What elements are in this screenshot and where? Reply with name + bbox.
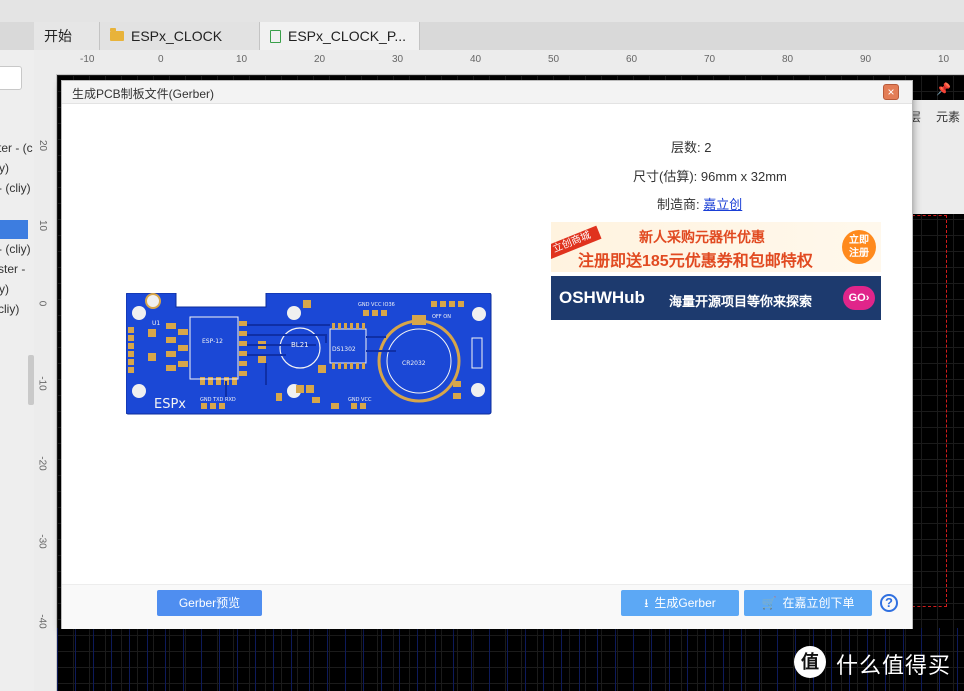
ruler-tick: 20 bbox=[314, 54, 326, 65]
vertical-ruler: 20 10 0 -10 -20 -30 -40 bbox=[34, 74, 57, 691]
list-item[interactable]: cliy) bbox=[0, 302, 19, 316]
generate-gerber-button[interactable]: ⭳ 生成Gerber bbox=[621, 590, 739, 616]
watermark-text: 什么值得买 bbox=[836, 653, 952, 678]
order-button[interactable]: 🛒 在嘉立创下单 bbox=[744, 590, 872, 616]
pcb-preview-image: ESPx BL21 DS1302 CR2032 GND TXD RXD GND … bbox=[126, 293, 492, 415]
ruler-tick: 60 bbox=[626, 54, 638, 65]
left-panel: ter - (c y) - (cliy) - (cliy) ster - y) … bbox=[0, 50, 35, 691]
oshwhub-go-button[interactable]: GO› bbox=[843, 286, 875, 310]
tab-espx-clock-label: ESPx_CLOCK bbox=[131, 28, 223, 44]
list-item[interactable]: - (cliy) bbox=[0, 242, 31, 256]
oshwhub-logo: OSHWHub bbox=[559, 288, 645, 307]
list-item[interactable]: - (cliy) bbox=[0, 181, 31, 195]
ruler-tick: 10 bbox=[938, 54, 950, 65]
ruler-tick: 10 bbox=[37, 219, 49, 232]
close-icon: × bbox=[887, 85, 895, 99]
ruler-tick: -10 bbox=[36, 376, 48, 391]
pcb-silk-gnd-vcc: GND VCC bbox=[348, 397, 372, 403]
layers-row: 层数: 2 bbox=[671, 137, 711, 156]
promo-line-1: 新人采购元器件优惠 bbox=[639, 229, 765, 245]
ruler-tick: 10 bbox=[236, 54, 248, 65]
promo-banner-lcsc[interactable]: 立创商城 新人采购元器件优惠 注册即送185元优惠券和包邮特权 立即注册 bbox=[551, 222, 881, 272]
size-row: 尺寸(估算): 96mm x 32mm bbox=[633, 166, 787, 185]
tab-espx-clock-pcb[interactable]: ESPx_CLOCK_P... bbox=[260, 22, 420, 50]
ruler-tick: 90 bbox=[860, 54, 872, 65]
horizontal-ruler: -10 0 10 20 30 40 50 60 70 80 90 10 bbox=[72, 50, 964, 75]
pcb-silk-brand: ESPx bbox=[154, 397, 186, 412]
promo-register-badge[interactable]: 立即注册 bbox=[842, 230, 876, 264]
ruler-tick: 80 bbox=[782, 54, 794, 65]
tab-home-label: 开始 bbox=[44, 28, 72, 44]
pcb-silk-gnd-txd: GND TXD RXD bbox=[200, 397, 236, 403]
list-item[interactable]: ter - (c bbox=[0, 141, 33, 155]
ruler-tick: 30 bbox=[392, 54, 404, 65]
folder-icon bbox=[110, 28, 124, 41]
pin-icon[interactable]: 📌 bbox=[936, 82, 951, 96]
top-toolbar-strip bbox=[0, 0, 964, 23]
pcb-silk-u1: U1 bbox=[152, 320, 160, 327]
tab-home[interactable]: 开始 bbox=[34, 22, 100, 50]
help-icon[interactable]: ? bbox=[880, 594, 898, 612]
ruler-tick: 70 bbox=[704, 54, 716, 65]
ruler-corner bbox=[34, 50, 72, 75]
right-panel-tab-elements[interactable]: 元素 bbox=[936, 108, 960, 125]
pcb-silk-battery: CR2032 bbox=[402, 360, 426, 367]
dialog-title: 生成PCB制板文件(Gerber) bbox=[72, 87, 215, 101]
list-item[interactable]: y) bbox=[0, 161, 9, 175]
right-panel: 层 元素 bbox=[905, 100, 964, 214]
tab-bar: 开始 ESPx_CLOCK ESPx_CLOCK_P... bbox=[0, 22, 964, 51]
promo-banner-oshwhub[interactable]: OSHWHub 海量开源项目等你来探索 GO› bbox=[551, 276, 881, 320]
tab-espx-clock-pcb-label: ESPx_CLOCK_P... bbox=[288, 28, 407, 44]
tab-espx-clock[interactable]: ESPx_CLOCK bbox=[100, 22, 260, 50]
dialog-titlebar: 生成PCB制板文件(Gerber) × bbox=[62, 81, 912, 104]
canvas-grid-lines bbox=[57, 628, 964, 691]
manufacturer-row: 制造商: 嘉立创 bbox=[657, 194, 742, 213]
ruler-tick: 0 bbox=[158, 54, 164, 65]
ruler-tick: 50 bbox=[548, 54, 560, 65]
promo-register-label: 立即注册 bbox=[849, 235, 869, 259]
manufacturer-link[interactable]: 嘉立创 bbox=[703, 197, 742, 212]
cart-icon: 🛒 bbox=[761, 596, 777, 610]
close-button[interactable]: × bbox=[883, 84, 899, 100]
watermark-logo: 值 bbox=[794, 646, 826, 678]
size-label: 尺寸(估算): bbox=[633, 169, 698, 184]
ruler-tick: 0 bbox=[36, 300, 48, 307]
ruler-tick: -40 bbox=[36, 614, 48, 629]
pcb-silk-gnd-vcc-io: GND VCC IO36 bbox=[358, 302, 395, 308]
ruler-tick: -30 bbox=[36, 534, 48, 549]
left-panel-search-input[interactable] bbox=[0, 66, 22, 90]
pcb-silk-ds1302: DS1302 bbox=[332, 346, 356, 353]
generate-gerber-label: 生成Gerber bbox=[654, 596, 716, 610]
gerber-dialog: 生成PCB制板文件(Gerber) × 层数: 2 尺寸(估算): 96mm x… bbox=[61, 80, 913, 629]
board-outline-dashed bbox=[912, 215, 947, 607]
ruler-tick: 20 bbox=[37, 139, 49, 152]
pcb-silk-esp: ESP-12 bbox=[202, 338, 223, 345]
ruler-tick: -10 bbox=[80, 54, 95, 65]
download-icon: ⭳ bbox=[644, 596, 649, 610]
ruler-tick: -20 bbox=[36, 456, 48, 471]
order-label: 在嘉立创下单 bbox=[782, 596, 855, 610]
layers-label: 层数: bbox=[671, 140, 701, 155]
ruler-tick: 40 bbox=[470, 54, 482, 65]
layers-value: 2 bbox=[704, 140, 712, 155]
pcb-silk-off-on: OFF ON bbox=[432, 314, 451, 320]
pcb-document-icon bbox=[270, 29, 281, 43]
promo-line-2: 注册即送185元优惠券和包邮特权 bbox=[578, 253, 813, 270]
list-item[interactable]: y) bbox=[0, 282, 9, 296]
oshwhub-slogan: 海量开源项目等你来探索 bbox=[669, 294, 813, 309]
pcb-silk-bl21: BL21 bbox=[291, 341, 309, 349]
left-panel-selected-item[interactable] bbox=[0, 220, 28, 239]
size-value: 96mm x 32mm bbox=[700, 169, 787, 184]
list-item[interactable]: ster - bbox=[0, 262, 25, 276]
gerber-preview-button[interactable]: Gerber预览 bbox=[157, 590, 262, 616]
manufacturer-label: 制造商: bbox=[657, 197, 700, 212]
